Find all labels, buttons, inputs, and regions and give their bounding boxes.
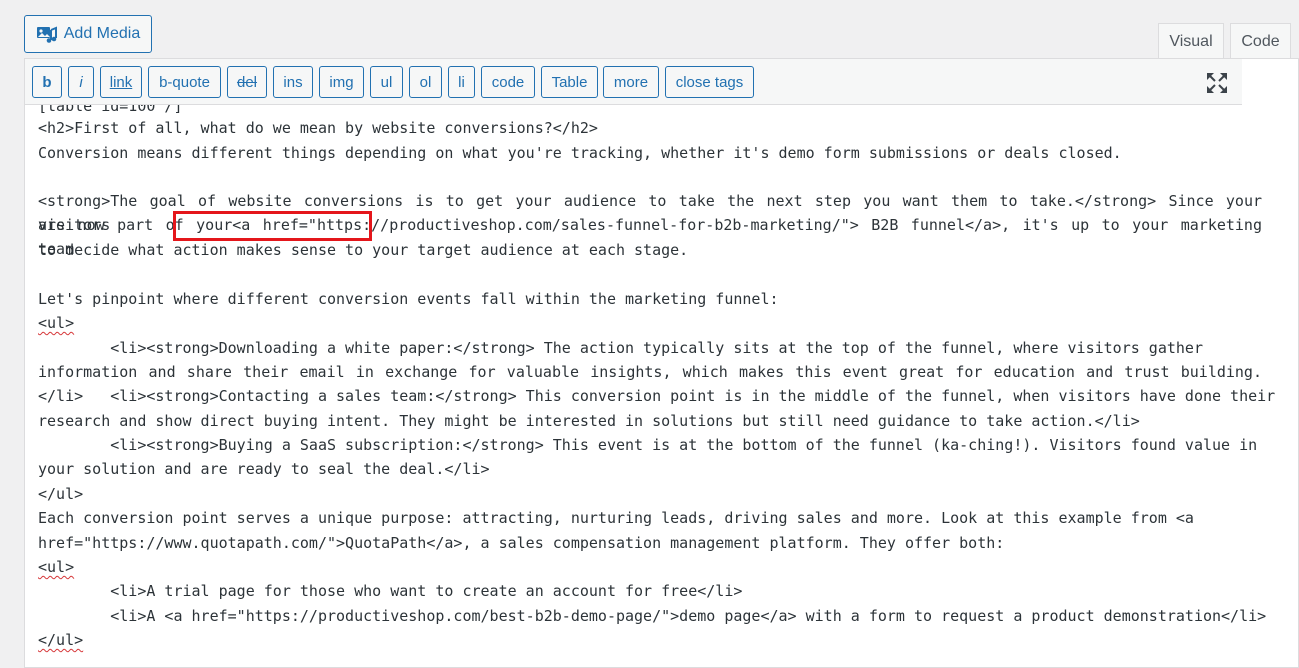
code-line: href="https://www.quotapath.com/">QuotaP… bbox=[38, 534, 1005, 552]
media-icon bbox=[36, 26, 57, 43]
code-line: <ul> bbox=[38, 558, 75, 576]
img-button[interactable]: img bbox=[319, 66, 364, 98]
li-button[interactable]: li bbox=[448, 66, 475, 98]
bold-button[interactable]: b bbox=[32, 66, 62, 98]
del-button[interactable]: del bbox=[227, 66, 267, 98]
code-line: research and show direct buying intent. … bbox=[38, 412, 1140, 430]
add-media-label: Add Media bbox=[63, 25, 141, 42]
more-button[interactable]: more bbox=[603, 66, 659, 98]
code-line: </ul> bbox=[38, 631, 84, 649]
code-line: your solution and are ready to seal the … bbox=[38, 460, 490, 478]
code-line: <li>A trial page for those who want to c… bbox=[38, 582, 743, 600]
code-textarea[interactable]: [table id=100 /] <h2>First of all, what … bbox=[38, 105, 1278, 665]
code-line: <li><strong>Buying a SaaS subscription:<… bbox=[38, 436, 1258, 454]
link-button[interactable]: link bbox=[100, 66, 142, 98]
fullscreen-icon[interactable] bbox=[1205, 71, 1229, 95]
add-media-button[interactable]: Add Media bbox=[24, 15, 152, 53]
code-button[interactable]: code bbox=[481, 66, 535, 98]
ol-button[interactable]: ol bbox=[409, 66, 442, 98]
code-line: Conversion means different things depend… bbox=[38, 144, 1122, 162]
code-line: Let's pinpoint where different conversio… bbox=[38, 290, 779, 308]
code-line: </ul> bbox=[38, 485, 84, 503]
ins-button[interactable]: ins bbox=[273, 66, 313, 98]
code-line: information and share their email in exc… bbox=[38, 363, 1262, 405]
code-line: to decide what action makes sense to you… bbox=[38, 241, 689, 259]
code-line: <li><strong>Contacting a sales team:</st… bbox=[38, 387, 1276, 405]
italic-button[interactable]: i bbox=[68, 66, 94, 98]
code-line: <li>A <a href="https://productiveshop.co… bbox=[38, 607, 1267, 625]
tab-code[interactable]: Code bbox=[1230, 23, 1291, 59]
close-tags-button[interactable]: close tags bbox=[665, 66, 754, 98]
table-button[interactable]: Table bbox=[541, 66, 598, 98]
code-line: <h2>First of all, what do we mean by web… bbox=[38, 119, 598, 137]
tab-visual[interactable]: Visual bbox=[1158, 23, 1224, 59]
ul-button[interactable]: ul bbox=[370, 66, 403, 98]
code-editor: b i link b-quote del ins img ul ol li co… bbox=[24, 58, 1299, 668]
highlight-annotation-box bbox=[173, 211, 372, 241]
code-line: <strong>The goal of website conversions … bbox=[38, 192, 1262, 234]
quicktags-toolbar: b i link b-quote del ins img ul ol li co… bbox=[25, 59, 1242, 105]
code-line: Each conversion point serves a unique pu… bbox=[38, 509, 1194, 527]
blockquote-button[interactable]: b-quote bbox=[148, 66, 221, 98]
code-line: <ul> bbox=[38, 314, 75, 332]
code-line: <li><strong>Downloading a white paper:</… bbox=[38, 339, 1203, 357]
